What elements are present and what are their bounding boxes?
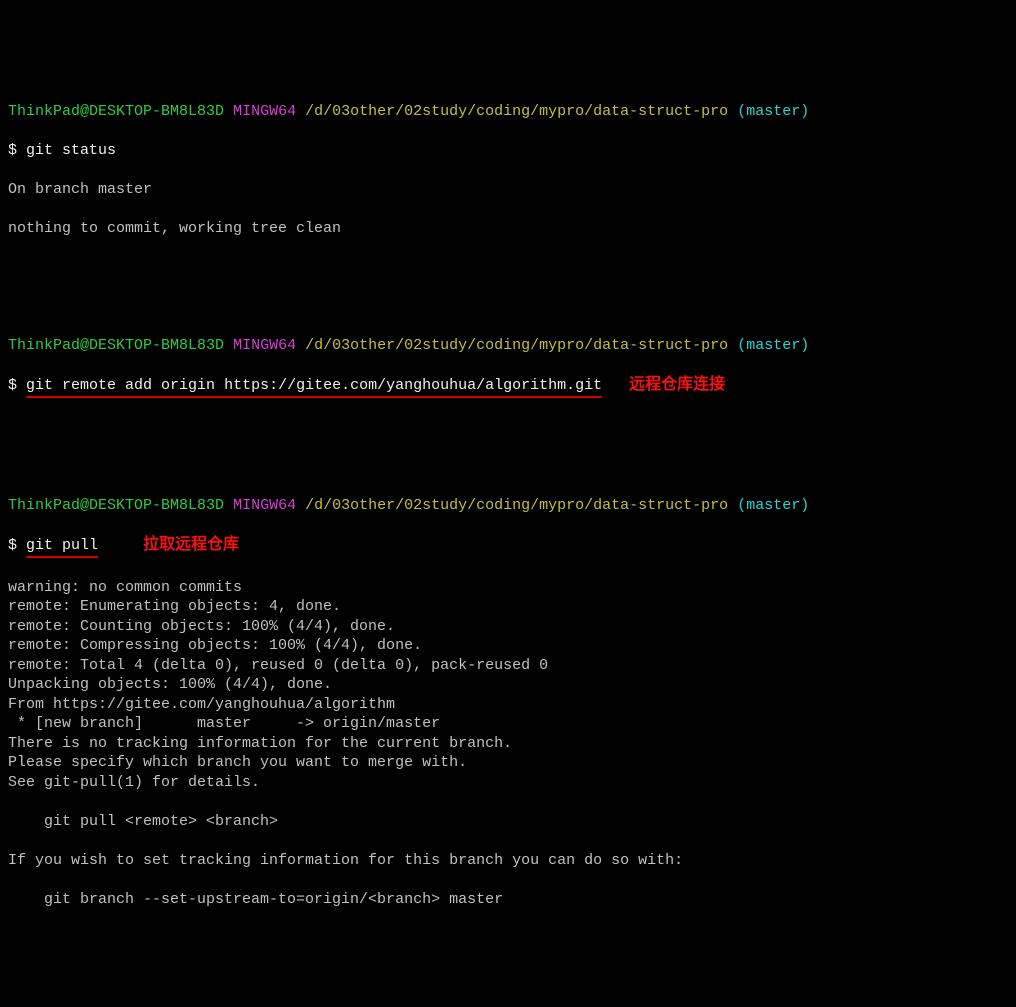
prompt-branch: (master) xyxy=(737,497,809,514)
output-block-3: warning: no common commitsremote: Enumer… xyxy=(8,578,1008,910)
prompt-dollar: $ xyxy=(8,377,17,394)
prompt-path: /d/03other/02study/coding/mypro/data-str… xyxy=(305,103,728,120)
output-text: remote: Enumerating objects: 4, done. xyxy=(8,597,1008,617)
output-text: On branch master xyxy=(8,180,1008,200)
prompt-sys: MINGW64 xyxy=(233,103,296,120)
prompt-branch: (master) xyxy=(737,103,809,120)
command-line-2[interactable]: $ git remote add origin https://gitee.co… xyxy=(8,375,1008,399)
prompt-user: ThinkPad@DESKTOP-BM8L83D xyxy=(8,497,224,514)
prompt-path: /d/03other/02study/coding/mypro/data-str… xyxy=(305,497,728,514)
output-text: nothing to commit, working tree clean xyxy=(8,219,1008,239)
blank-line xyxy=(8,418,1008,438)
output-text: remote: Counting objects: 100% (4/4), do… xyxy=(8,617,1008,637)
output-text: * [new branch] master -> origin/master xyxy=(8,714,1008,734)
output-text: There is no tracking information for the… xyxy=(8,734,1008,754)
prompt-sys: MINGW64 xyxy=(233,497,296,514)
cmd-git-pull: git pull xyxy=(26,536,98,559)
command-line-1[interactable]: $ git status xyxy=(8,141,1008,161)
output-text: remote: Compressing objects: 100% (4/4),… xyxy=(8,636,1008,656)
prompt-line-2: ThinkPad@DESKTOP-BM8L83D MINGW64 /d/03ot… xyxy=(8,336,1008,356)
cmd-git-remote: git remote add origin https://gitee.com/… xyxy=(26,376,602,399)
prompt-line-1: ThinkPad@DESKTOP-BM8L83D MINGW64 /d/03ot… xyxy=(8,102,1008,122)
annotation-remote: 远程仓库连接 xyxy=(629,376,725,394)
prompt-user: ThinkPad@DESKTOP-BM8L83D xyxy=(8,103,224,120)
prompt-line-3: ThinkPad@DESKTOP-BM8L83D MINGW64 /d/03ot… xyxy=(8,496,1008,516)
output-text: Please specify which branch you want to … xyxy=(8,753,1008,773)
output-text: Unpacking objects: 100% (4/4), done. xyxy=(8,675,1008,695)
cmd-git-status: git status xyxy=(26,142,116,159)
output-text: remote: Total 4 (delta 0), reused 0 (del… xyxy=(8,656,1008,676)
prompt-path: /d/03other/02study/coding/mypro/data-str… xyxy=(305,337,728,354)
output-text: See git-pull(1) for details. xyxy=(8,773,1008,793)
output-text xyxy=(8,870,1008,890)
prompt-user: ThinkPad@DESKTOP-BM8L83D xyxy=(8,337,224,354)
prompt-dollar: $ xyxy=(8,537,17,554)
prompt-dollar: $ xyxy=(8,142,17,159)
annotation-pull: 拉取远程仓库 xyxy=(143,536,239,554)
prompt-branch: (master) xyxy=(737,337,809,354)
output-text: warning: no common commits xyxy=(8,578,1008,598)
output-text: From https://gitee.com/yanghouhua/algori… xyxy=(8,695,1008,715)
blank-line xyxy=(8,258,1008,278)
prompt-sys: MINGW64 xyxy=(233,337,296,354)
output-text: If you wish to set tracking information … xyxy=(8,851,1008,871)
output-text: git pull <remote> <branch> xyxy=(8,812,1008,832)
output-text: git branch --set-upstream-to=origin/<bra… xyxy=(8,890,1008,910)
command-line-3[interactable]: $ git pull 拉取远程仓库 xyxy=(8,535,1008,559)
output-text xyxy=(8,792,1008,812)
output-text xyxy=(8,831,1008,851)
